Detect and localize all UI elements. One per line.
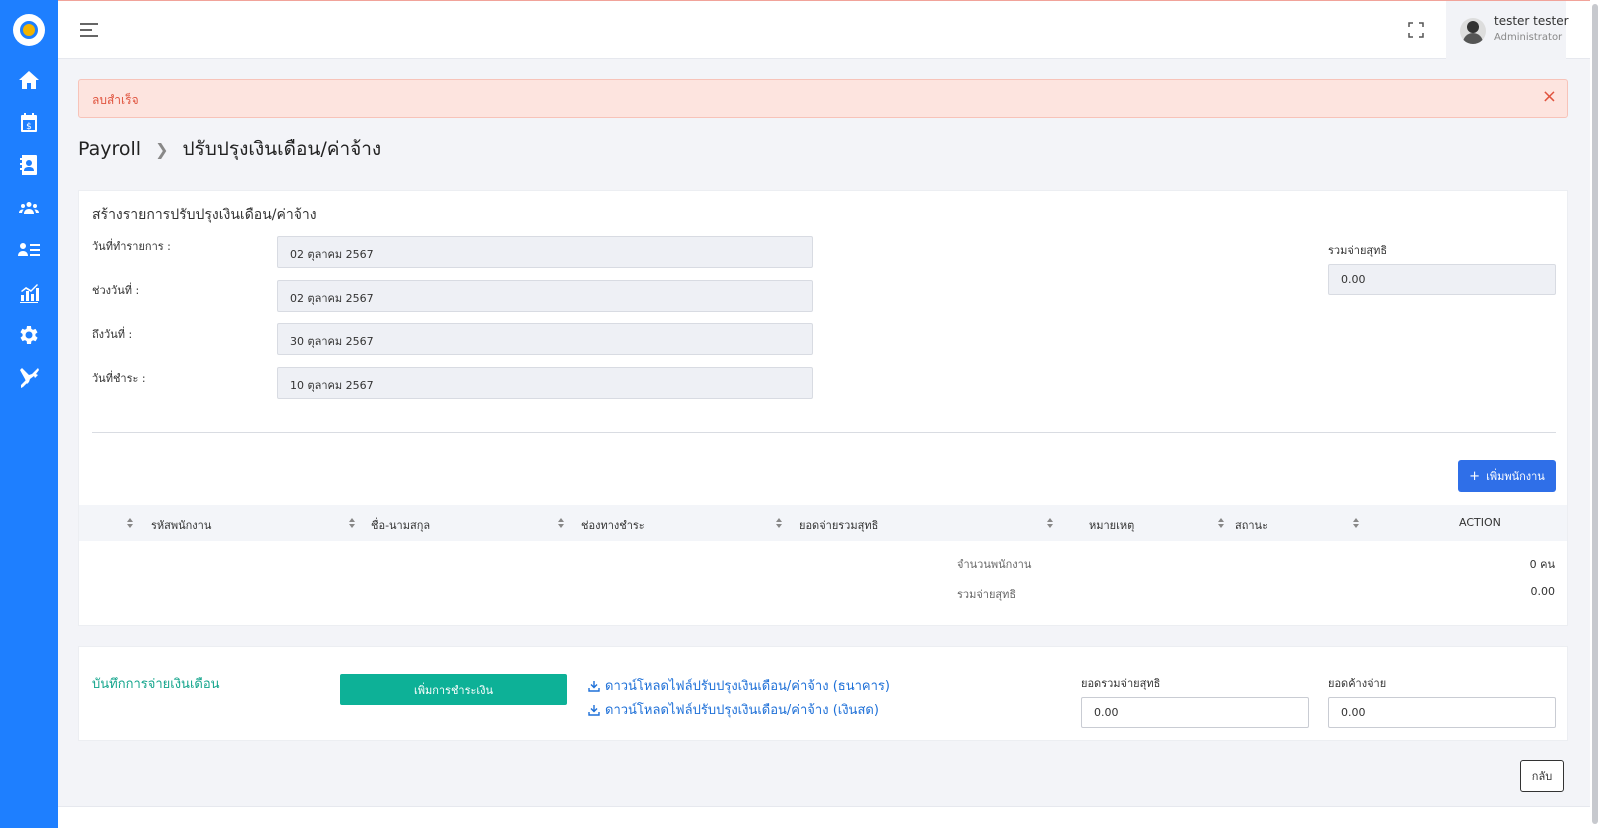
column-employee-id[interactable]: รหัสพนักงาน — [151, 516, 211, 534]
tools-icon[interactable] — [17, 366, 41, 390]
chevron-right-icon: ❯ — [155, 139, 169, 159]
download-bank-link[interactable]: ดาวน์โหลดไฟล์ปรับปรุงเงินเดือน/ค่าจ้าง (… — [588, 675, 890, 696]
breadcrumb: Payroll ❯ ปรับปรุงเงินเดือน/ค่าจ้าง — [78, 134, 381, 164]
svg-text:$: $ — [26, 122, 32, 132]
transaction-date-label: วันที่ทำรายการ : — [92, 240, 171, 253]
sort-icon[interactable] — [1047, 518, 1053, 528]
home-icon[interactable] — [17, 68, 41, 92]
sort-icon[interactable] — [1218, 518, 1224, 528]
net-total-input[interactable]: 0.00 — [1328, 264, 1556, 295]
user-name: tester tester — [1494, 14, 1569, 28]
sort-icon[interactable] — [127, 518, 133, 528]
outstanding-label: ยอดค้างจ่าย — [1328, 677, 1387, 690]
column-action: ACTION — [1459, 516, 1501, 529]
outstanding-input[interactable]: 0.00 — [1328, 697, 1556, 728]
net-total-label: รวมจ่ายสุทธิ — [1328, 244, 1388, 257]
logo-mark — [20, 21, 38, 39]
add-employee-label: เพิ่มพนักงาน — [1486, 470, 1545, 483]
contact-book-icon[interactable] — [17, 153, 41, 177]
column-payment-channel[interactable]: ช่องทางชำระ — [581, 516, 645, 534]
alert-message: ลบสำเร็จ — [92, 93, 139, 107]
employee-count-label: จำนวนพนักงาน — [957, 558, 1032, 571]
payment-net-total-input[interactable]: 0.00 — [1081, 697, 1309, 728]
sidebar: $ — [0, 0, 58, 828]
user-menu[interactable]: tester tester Administrator — [1446, 1, 1569, 60]
add-payment-button[interactable]: เพิ่มการชำระเงิน — [340, 674, 567, 705]
scrollbar-thumb[interactable] — [1592, 4, 1598, 824]
column-status[interactable]: สถานะ — [1235, 516, 1268, 534]
payroll-calendar-icon[interactable]: $ — [17, 111, 41, 135]
period-end-input[interactable]: 30 ตุลาคม 2567 — [277, 323, 813, 355]
menu-toggle-icon[interactable] — [80, 23, 98, 37]
table-header: รหัสพนักงาน ชื่อ-นามสกุล ช่องทางชำระ ยอด… — [79, 505, 1567, 541]
sort-icon[interactable] — [776, 518, 782, 528]
user-list-icon[interactable] — [17, 238, 41, 262]
team-gear-icon[interactable] — [17, 196, 41, 220]
payment-net-total-label: ยอดรวมจ่ายสุทธิ — [1081, 677, 1161, 690]
download-cash-link[interactable]: ดาวน์โหลดไฟล์ปรับปรุงเงินเดือน/ค่าจ้าง (… — [588, 699, 879, 720]
form-title: สร้างรายการปรับปรุงเงินเดือน/ค่าจ้าง — [92, 207, 317, 223]
payment-record-card: บันทึกการจ่ายเงินเดือน เพิ่มการชำระเงิน … — [78, 646, 1568, 741]
payment-record-title: บันทึกการจ่ายเงินเดือน — [92, 677, 220, 692]
plus-icon: + — [1469, 468, 1481, 484]
adjustment-form-card: สร้างรายการปรับปรุงเงินเดือน/ค่าจ้าง วัน… — [78, 190, 1568, 626]
breadcrumb-root[interactable]: Payroll — [78, 138, 141, 160]
chart-icon[interactable] — [17, 281, 41, 305]
column-net-amount[interactable]: ยอดจ่ายรวมสุทธิ — [799, 516, 878, 534]
fullscreen-icon[interactable] — [1408, 22, 1424, 38]
footer — [58, 806, 1590, 828]
back-button[interactable]: กลับ — [1520, 760, 1564, 792]
download-bank-label: ดาวน์โหลดไฟล์ปรับปรุงเงินเดือน/ค่าจ้าง (… — [605, 679, 890, 694]
transaction-date-input[interactable]: 02 ตุลาคม 2567 — [277, 236, 813, 268]
column-remark[interactable]: หมายเหตุ — [1089, 516, 1134, 534]
download-icon — [588, 680, 600, 692]
summary-net-value: 0.00 — [1530, 585, 1556, 598]
divider — [92, 432, 1556, 433]
period-start-input[interactable]: 02 ตุลาคม 2567 — [277, 280, 813, 312]
summary-net-label: รวมจ่ายสุทธิ — [957, 588, 1017, 601]
employee-count-value: 0 คน — [1529, 558, 1555, 571]
sort-icon[interactable] — [349, 518, 355, 528]
payment-date-label: วันที่ชำระ : — [92, 372, 146, 385]
top-bar: tester tester Administrator — [58, 0, 1600, 60]
avatar — [1460, 18, 1486, 44]
column-full-name[interactable]: ชื่อ-นามสกุล — [371, 516, 430, 534]
sort-icon[interactable] — [558, 518, 564, 528]
add-employee-button[interactable]: + เพิ่มพนักงาน — [1458, 460, 1556, 492]
sort-icon[interactable] — [1353, 518, 1359, 528]
app-logo[interactable] — [13, 14, 45, 46]
page-title: ปรับปรุงเงินเดือน/ค่าจ้าง — [182, 138, 382, 160]
user-role: Administrator — [1494, 32, 1563, 43]
payment-date-input[interactable]: 10 ตุลาคม 2567 — [277, 367, 813, 399]
period-end-label: ถึงวันที่ : — [92, 328, 133, 341]
download-icon — [588, 704, 600, 716]
period-start-label: ช่วงวันที่ : — [92, 284, 140, 297]
settings-icon[interactable] — [17, 323, 41, 347]
download-cash-label: ดาวน์โหลดไฟล์ปรับปรุงเงินเดือน/ค่าจ้าง (… — [605, 703, 879, 718]
success-alert: ลบสำเร็จ × — [78, 79, 1568, 118]
alert-close-icon[interactable]: × — [1542, 88, 1557, 106]
